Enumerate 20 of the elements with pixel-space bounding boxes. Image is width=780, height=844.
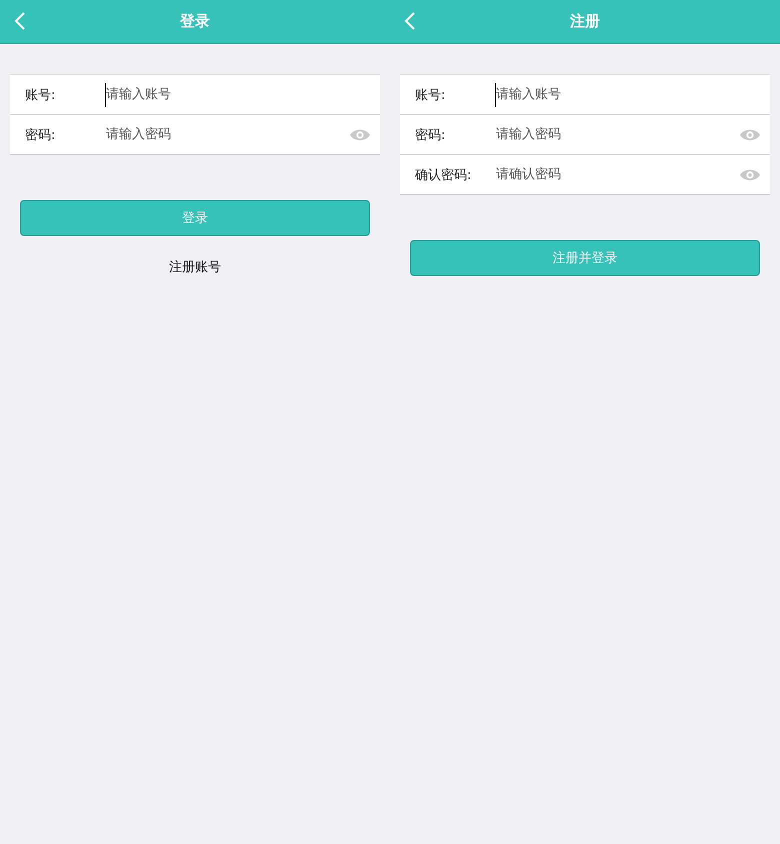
input-field[interactable]: 请输入账号 — [105, 82, 370, 106]
page-title: 登录 — [180, 12, 210, 31]
field-label: 密码: — [25, 126, 56, 144]
eye-icon[interactable] — [740, 128, 760, 142]
input-field[interactable]: 请确认密码 — [495, 162, 740, 186]
field-label: 账号: — [25, 86, 56, 104]
input-field[interactable]: 请输入密码 — [105, 122, 350, 146]
field-label: 密码: — [415, 126, 446, 144]
register-link[interactable]: 注册账号 — [169, 258, 221, 276]
input-field[interactable]: 请输入账号 — [495, 82, 760, 106]
eye-icon[interactable] — [740, 168, 760, 182]
field-label: 账号: — [415, 86, 446, 104]
back-icon — [14, 12, 26, 30]
input-field[interactable]: 请输入密码 — [495, 122, 740, 146]
page-title: 注册 — [570, 12, 600, 31]
submit-button[interactable]: 登录 — [20, 200, 370, 236]
field-label: 确认密码: — [415, 166, 472, 184]
submit-button[interactable]: 注册并登录 — [410, 240, 760, 276]
eye-icon[interactable] — [350, 128, 370, 142]
back-icon — [404, 12, 416, 30]
